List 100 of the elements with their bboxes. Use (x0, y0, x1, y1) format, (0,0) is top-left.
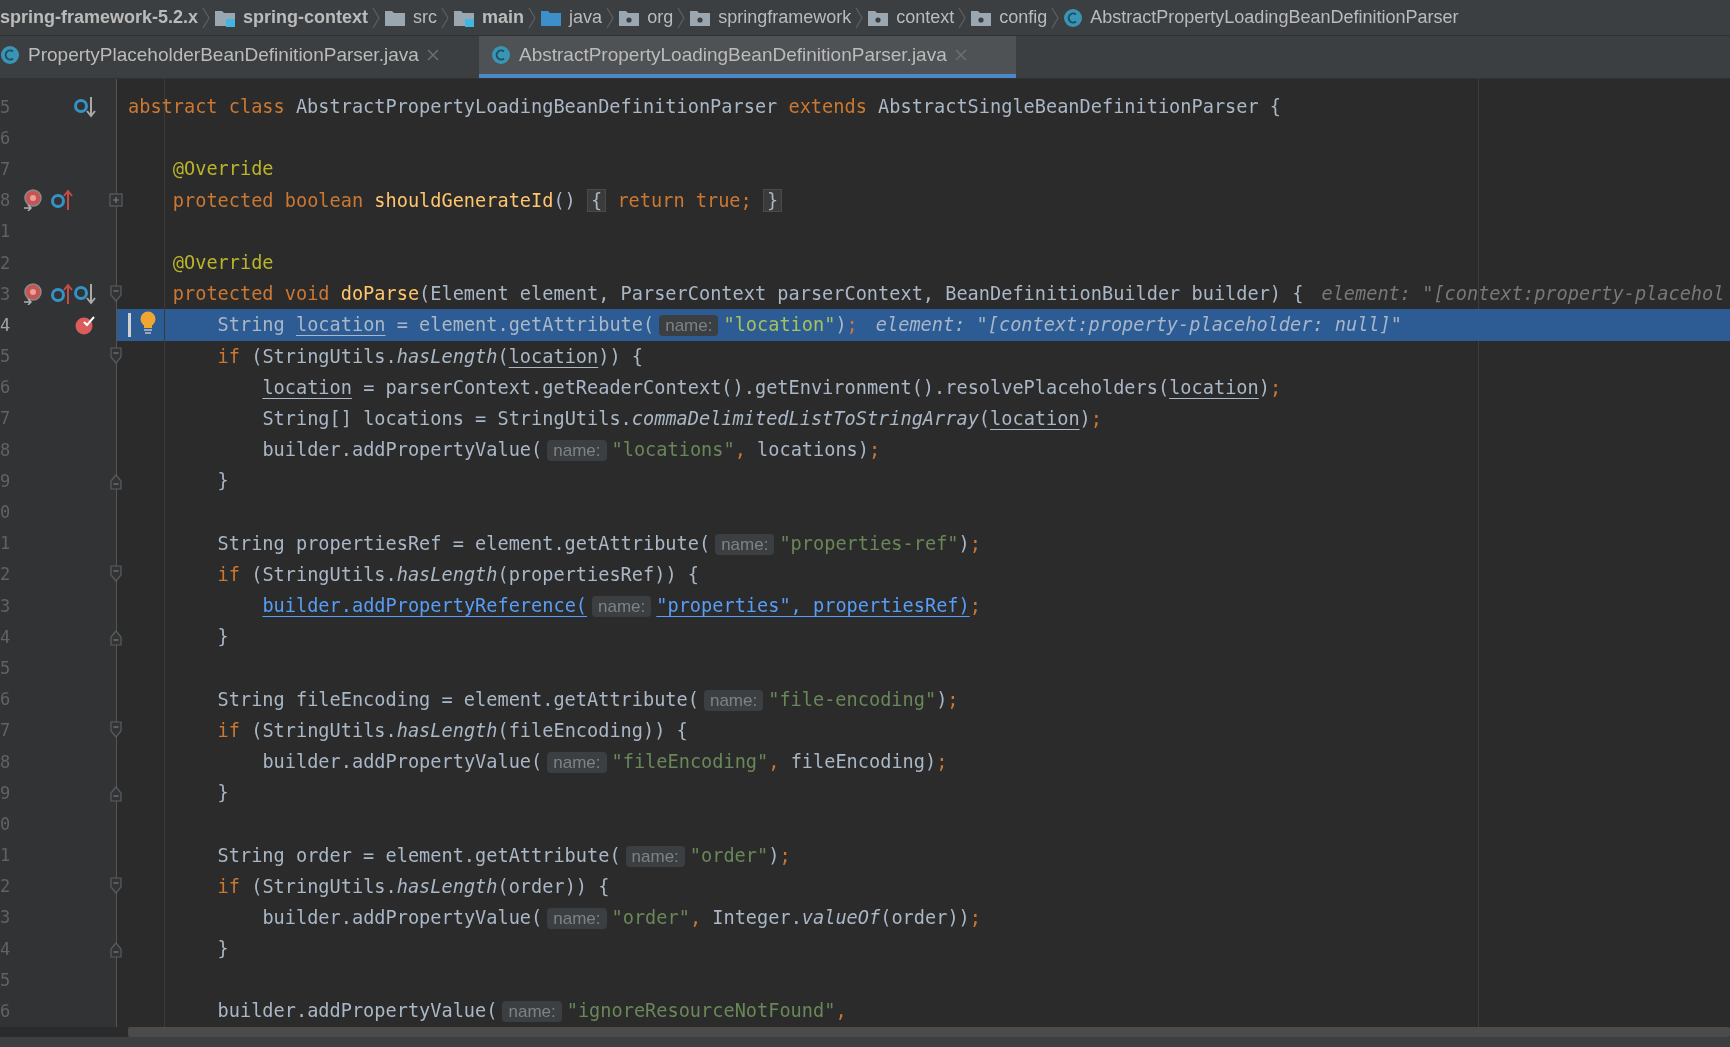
breadcrumb-separator-icon (202, 6, 211, 29)
code-text: } (217, 938, 229, 960)
breadcrumb-item[interactable]: spring-framework-5.2.x (0, 7, 199, 28)
code-text: AbstractPropertyLoadingBeanDefinitionParser (295, 96, 779, 117)
code-text: (StringUtils. (251, 345, 397, 367)
code-text: String fileEncoding = element.getAttribute( (217, 688, 699, 710)
code-text: builder.addPropertyValue( (262, 750, 543, 772)
code-text: (StringUtils. (251, 563, 397, 585)
code-text: (fileEncoding)) { (497, 719, 688, 741)
code-text: ) (958, 532, 970, 554)
code-text: (order)) (880, 906, 970, 928)
breadcrumb-item[interactable]: src (384, 7, 438, 28)
breadcrumb-item[interactable]: AbstractPropertyLoadingBeanDefinitionParser (1063, 7, 1459, 28)
punctuation: ; (1090, 407, 1102, 429)
parameter-hint: name: (625, 845, 685, 867)
parameter-hint: name: (592, 596, 652, 617)
punctuation: , (768, 750, 780, 772)
folder-icon (689, 8, 712, 27)
breadcrumb-item[interactable]: spring-context (214, 7, 369, 28)
static-method-call: hasLength (396, 563, 498, 585)
code-text: (StringUtils. (251, 875, 397, 897)
code-link[interactable]: builder.addPropertyReference( (262, 595, 588, 616)
method-breakpoint-icon[interactable] (22, 282, 44, 305)
method-breakpoint-icon[interactable] (22, 189, 44, 212)
punctuation: ; (969, 595, 981, 616)
breadcrumb-separator-icon (528, 6, 537, 29)
overridden-method-icon[interactable] (74, 95, 96, 118)
parameter-hint: name: (547, 751, 607, 773)
editor-tab[interactable]: AbstractPropertyLoadingBeanDefinitionParser.java (479, 36, 1016, 78)
breadcrumb-separator-icon (372, 6, 381, 29)
annotation: @Override (172, 158, 274, 180)
code-text: builder.addPropertyValue( (217, 1000, 498, 1022)
class-icon (491, 45, 511, 65)
code-text: String (217, 314, 286, 336)
keyword: if (217, 719, 241, 741)
code-text: builder.addPropertyValue( (262, 439, 543, 461)
parameter-hint: name: (502, 1001, 562, 1023)
folder-icon (453, 8, 476, 27)
parameter-hint: name: (715, 533, 775, 555)
punctuation: ; (936, 750, 948, 772)
breadcrumb-item[interactable]: main (453, 7, 525, 28)
close-icon[interactable] (426, 49, 439, 61)
breadcrumb-separator-icon (606, 6, 615, 29)
code-text: } (217, 626, 229, 648)
folded-brace[interactable]: { (587, 188, 607, 212)
code-text: } (217, 782, 229, 804)
keyword: protected void (172, 283, 331, 305)
folder-icon (384, 8, 407, 27)
variable-name: location (990, 407, 1080, 429)
overriding-method-icon[interactable] (51, 282, 73, 305)
code-link[interactable]: "properties", propertiesRef) (656, 595, 970, 616)
code-text: locations) (756, 439, 869, 461)
folder-icon (214, 8, 237, 27)
breadcrumb-item[interactable]: java (540, 7, 603, 28)
code-text: ) (1079, 407, 1091, 429)
breadcrumb-item[interactable]: springframework (689, 7, 852, 28)
punctuation: ; (779, 844, 791, 866)
method-name: shouldGenerateId (374, 189, 554, 211)
code-text: = element.getAttribute( (395, 314, 655, 336)
punctuation: ; (969, 532, 981, 554)
punctuation: ; (947, 688, 959, 710)
code-text: (order)) { (497, 875, 610, 897)
code-text: ) (1258, 376, 1270, 398)
keyword: if (217, 875, 241, 897)
breadcrumb-separator-icon (855, 6, 864, 29)
code-text: ( (978, 407, 991, 429)
keyword: protected boolean (172, 189, 365, 211)
text-caret (128, 313, 131, 337)
code-text: ) (768, 844, 780, 866)
lightbulb-icon[interactable] (139, 311, 157, 336)
overridden-method-icon[interactable] (74, 282, 96, 305)
variable-name: location (295, 314, 386, 336)
code-text: ( (497, 345, 509, 367)
breadcrumb-item[interactable]: org (618, 7, 674, 28)
code-text: )) { (598, 345, 643, 367)
code-text: (propertiesRef)) { (497, 563, 699, 585)
breadcrumb-item[interactable]: context (867, 7, 955, 28)
code-text: ) (835, 314, 847, 336)
debug-value: element: "[context:property-placeholder: null]" (875, 314, 1402, 336)
folder-icon (970, 8, 993, 27)
static-method-call: hasLength (396, 345, 498, 367)
breadcrumb-separator-icon (958, 6, 967, 29)
folded-brace[interactable]: } (762, 188, 783, 212)
breadcrumb-item[interactable]: config (970, 7, 1048, 28)
code-text: (Element element, ParserContext parserContext, BeanDefinitionBuilder builder) { (419, 283, 1304, 305)
string-literal: "order" (689, 844, 769, 866)
code-text: AbstractSingleBeanDefinitionParser { (878, 96, 1282, 117)
keyword: abstract class (128, 96, 286, 117)
code-text: (StringUtils. (251, 719, 397, 741)
folder-icon (540, 8, 563, 27)
horizontal-scrollbar[interactable] (128, 1026, 1730, 1037)
close-icon[interactable] (954, 49, 967, 61)
code-text: String[] locations = StringUtils. (262, 407, 632, 429)
overriding-method-icon[interactable] (51, 189, 73, 212)
string-literal: "order" (611, 906, 690, 928)
method-name: doParse (340, 283, 420, 305)
editor-tab[interactable]: PropertyPlaceholderBeanDefinitionParser.java (0, 36, 479, 78)
parameter-hint: name: (703, 689, 764, 711)
code-text: fileEncoding) (789, 750, 937, 772)
class-icon (0, 45, 20, 65)
